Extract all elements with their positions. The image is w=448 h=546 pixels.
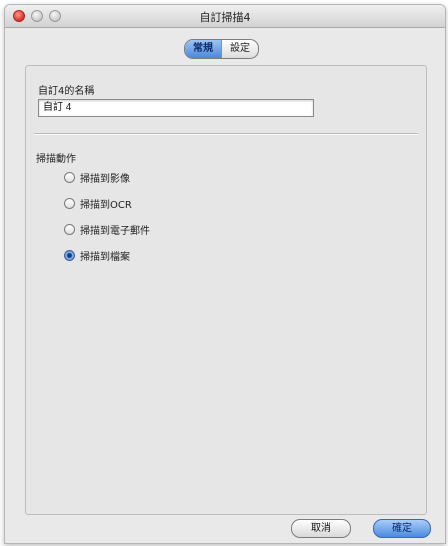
radio-label: 掃描到OCR	[80, 200, 132, 211]
name-input[interactable]	[38, 99, 314, 117]
dialog-window: 自訂掃描4 常規 設定 自訂4的名稱 掃描動作 掃描到影像 掃描到OCR 掃描到…	[4, 4, 446, 544]
radio-label: 掃描到檔案	[80, 252, 130, 263]
radio-scan-to-file[interactable]: 掃描到檔案	[64, 248, 130, 263]
radio-button-icon[interactable]	[64, 198, 75, 209]
radio-label: 掃描到電子郵件	[80, 226, 150, 237]
scan-action-label: 掃描動作	[36, 154, 76, 165]
radio-button-icon[interactable]	[64, 172, 75, 183]
tab-settings[interactable]: 設定	[221, 40, 258, 58]
ok-button[interactable]: 確定	[373, 519, 431, 538]
radio-scan-to-image[interactable]: 掃描到影像	[64, 170, 130, 185]
tab-general[interactable]: 常規	[185, 40, 221, 58]
tab-bar: 常規 設定	[184, 39, 259, 59]
window-title: 自訂掃描4	[199, 11, 251, 24]
radio-label: 掃描到影像	[80, 174, 130, 185]
cancel-button[interactable]: 取消	[291, 519, 351, 538]
name-label: 自訂4的名稱	[38, 86, 95, 97]
radio-button-selected-icon[interactable]	[64, 250, 75, 261]
title-bar[interactable]: 自訂掃描4	[5, 5, 445, 28]
radio-scan-to-email[interactable]: 掃描到電子郵件	[64, 222, 150, 237]
content-panel: 自訂4的名稱 掃描動作 掃描到影像 掃描到OCR 掃描到電子郵件 掃描到檔案	[25, 65, 427, 515]
radio-scan-to-ocr[interactable]: 掃描到OCR	[64, 196, 132, 211]
radio-button-icon[interactable]	[64, 224, 75, 235]
section-divider	[34, 133, 418, 135]
